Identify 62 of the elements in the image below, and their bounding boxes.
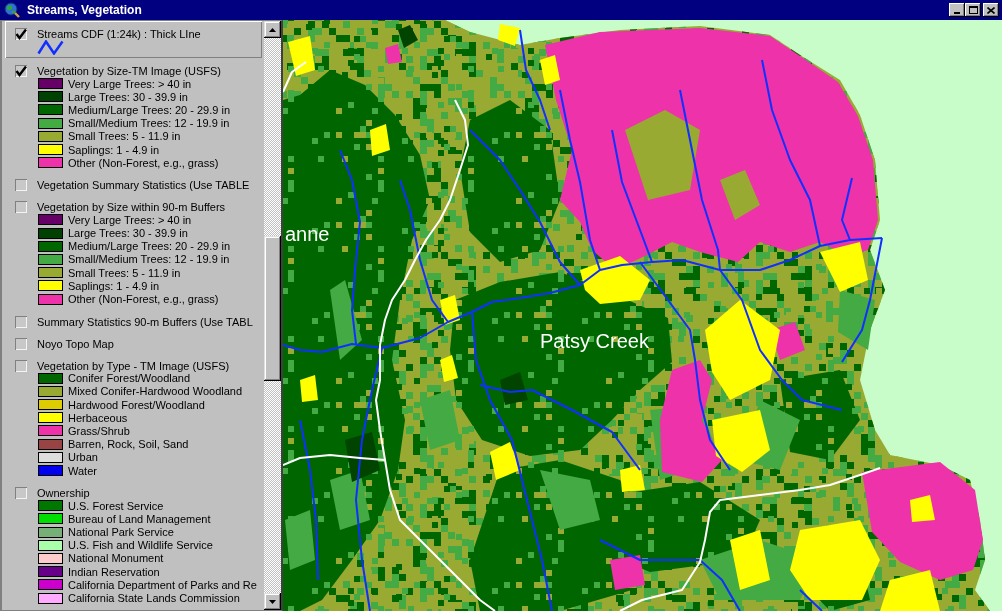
layer-title: Noyo Topo Map [37,337,114,350]
scroll-up-button[interactable] [264,21,281,38]
layer-checkbox[interactable] [15,28,27,40]
legend-label: Very Large Trees: > 40 in [68,77,192,90]
close-button[interactable] [983,3,999,17]
layer-checkbox[interactable] [15,201,27,214]
legend-label: Hardwood Forest/Woodland [68,398,205,411]
legend-label: Medium/Large Trees: 20 - 29.9 in [68,103,231,116]
legend-label: Large Trees: 30 - 39.9 in [68,227,188,240]
legend-label: Small Trees: 5 - 11.9 in [68,266,181,279]
scrollbar-thumb[interactable] [264,236,281,381]
layer-checkbox[interactable] [15,65,27,77]
globe-icon [4,2,20,18]
legend-label: National Park Service [68,526,174,539]
legend-label: Indian Reservation [68,565,160,578]
legend-label: Other (Non-Forest, e.g., grass) [68,156,219,169]
legend-label: Saplings: 1 - 4.9 in [68,279,160,292]
legend-label: National Monument [68,552,164,565]
layer-title: Vegetation Summary Statistics (Use TABLE [37,179,250,192]
legend-label: Very Large Trees: > 40 in [68,213,192,226]
legend-label: Small/Medium Trees: 12 - 19.9 in [68,117,230,130]
legend-label: Mixed Conifer-Hardwood Woodland [68,385,243,398]
legend-label: Small/Medium Trees: 12 - 19.9 in [68,253,230,266]
legend-label: Other (Non-Forest, e.g., grass) [68,293,219,306]
legend-label: Large Trees: 30 - 39.9 in [68,90,188,103]
minimize-button[interactable] [949,3,965,17]
legend-label: Water [68,464,97,477]
legend-label: Medium/Large Trees: 20 - 29.9 in [68,240,231,253]
minimize-icon [954,12,960,14]
map-label: anne [285,224,330,244]
legend-label: Small Trees: 5 - 11.9 in [68,130,181,143]
legend-label: Urban [68,451,98,464]
active-layer-frame[interactable]: Streams CDF (1:24k) : Thick LIne [5,21,262,58]
layer-checkbox[interactable] [15,315,27,328]
layer-checkbox[interactable] [15,337,27,350]
layer-checkbox[interactable] [15,487,27,500]
layer-checkbox[interactable] [15,179,27,192]
layer-title: Vegetation by Type - TM Image (USFS) [37,359,230,372]
layer-checkbox[interactable] [15,359,27,372]
close-icon [987,6,995,14]
legend-label: Saplings: 1 - 4.9 in [68,143,160,156]
legend-label: Conifer Forest/Woodland [68,372,191,385]
maximize-button[interactable] [965,3,981,17]
legend-label: Herbaceous [68,411,128,424]
legend-label: California Department of Parks and Re [68,578,257,591]
scroll-down-button[interactable] [264,593,281,610]
layer-title: Vegetation by Size-TM Image (USFS) [37,65,221,77]
legend-label: Bureau of Land Management [68,512,211,525]
maximize-icon [968,6,978,14]
window-title: Streams, Vegetation [27,3,142,17]
legend-label: U.S. Fish and Wildlife Service [68,539,213,552]
legend-label: California State Lands Commission [68,592,240,605]
map-label: Patsy Creek [540,331,649,351]
legend-label: Grass/Shrub [68,424,130,437]
legend-label: Barren, Rock, Soil, Sand [68,438,189,451]
layer-title: Streams CDF (1:24k) : Thick LIne [37,28,201,40]
up-triangle-icon [269,27,276,32]
layer-title: Summary Statistics 90-m Buffers (Use TABL [37,315,253,328]
legend-label: U.S. Forest Service [68,499,164,512]
layer-title: Vegetation by Size within 90-m Buffers [37,201,226,214]
layer-title: Ownership [37,487,90,500]
down-triangle-icon [269,599,276,604]
